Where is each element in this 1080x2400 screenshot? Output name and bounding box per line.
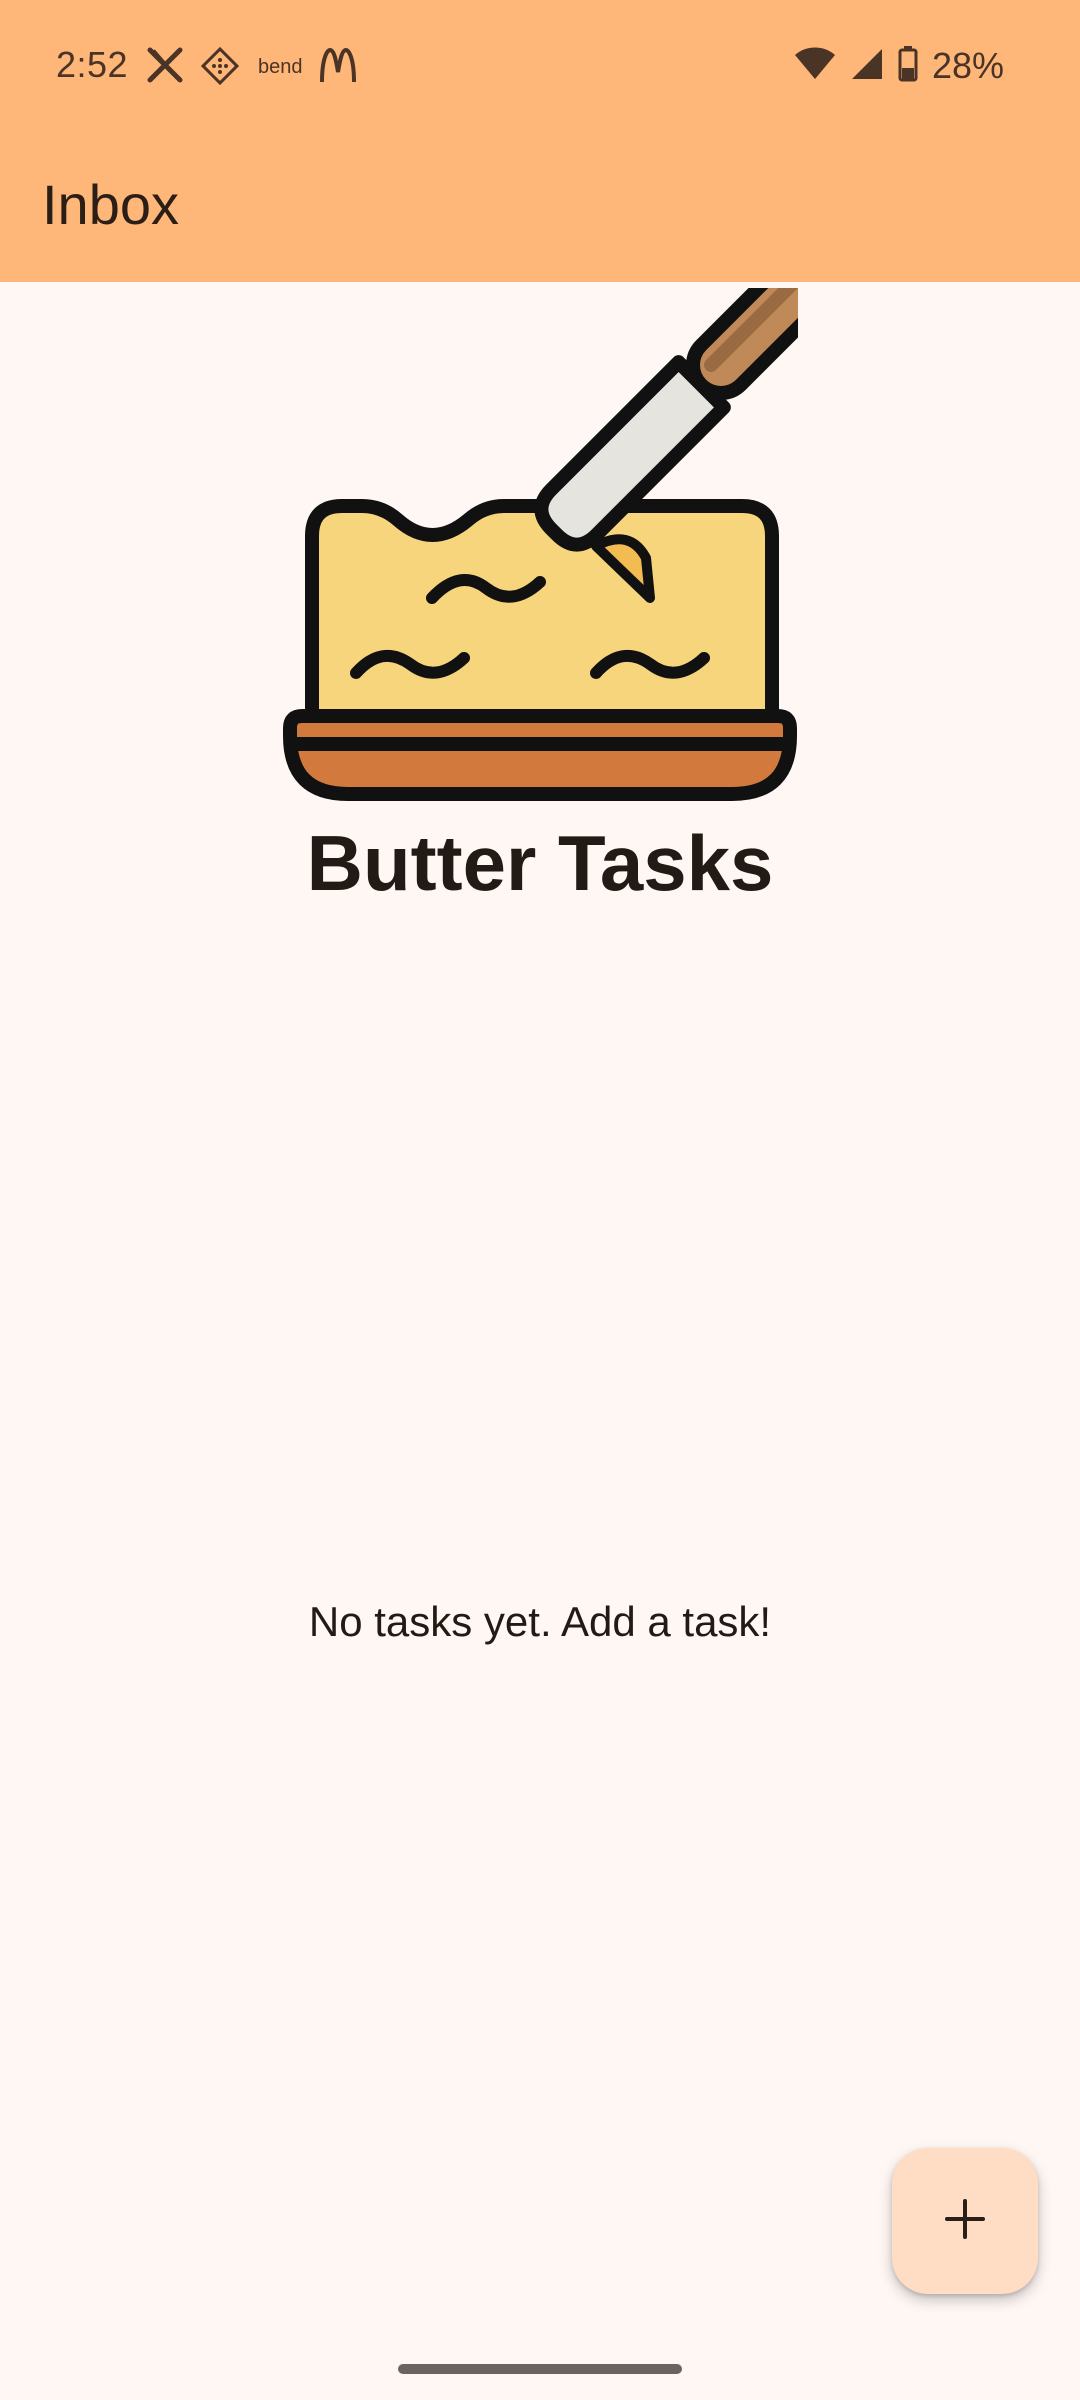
status-time: 2:52 xyxy=(56,44,129,85)
page-title: Inbox xyxy=(42,173,179,236)
battery-icon xyxy=(898,45,918,87)
x-icon xyxy=(146,46,184,89)
mcdonalds-icon xyxy=(318,46,358,91)
plus-icon xyxy=(943,2197,987,2246)
app-brand-title: Butter Tasks xyxy=(306,819,774,907)
empty-state-message: No tasks yet. Add a task! xyxy=(308,1598,772,1645)
status-bar: 2:52 bend 28% xyxy=(0,0,1080,136)
add-task-button[interactable] xyxy=(892,2148,1038,2294)
top-app-bar: 2:52 bend 28% Inbox xyxy=(0,0,1080,282)
battery-percent: 28% xyxy=(931,45,1004,86)
wifi-icon xyxy=(794,47,836,86)
bend-icon: bend xyxy=(258,56,303,78)
diamond-app-icon xyxy=(200,46,240,91)
status-right-group: 28% xyxy=(794,45,1004,87)
butter-dish-icon xyxy=(282,249,837,804)
home-indicator[interactable] xyxy=(398,2364,682,2374)
signal-icon xyxy=(850,47,884,86)
